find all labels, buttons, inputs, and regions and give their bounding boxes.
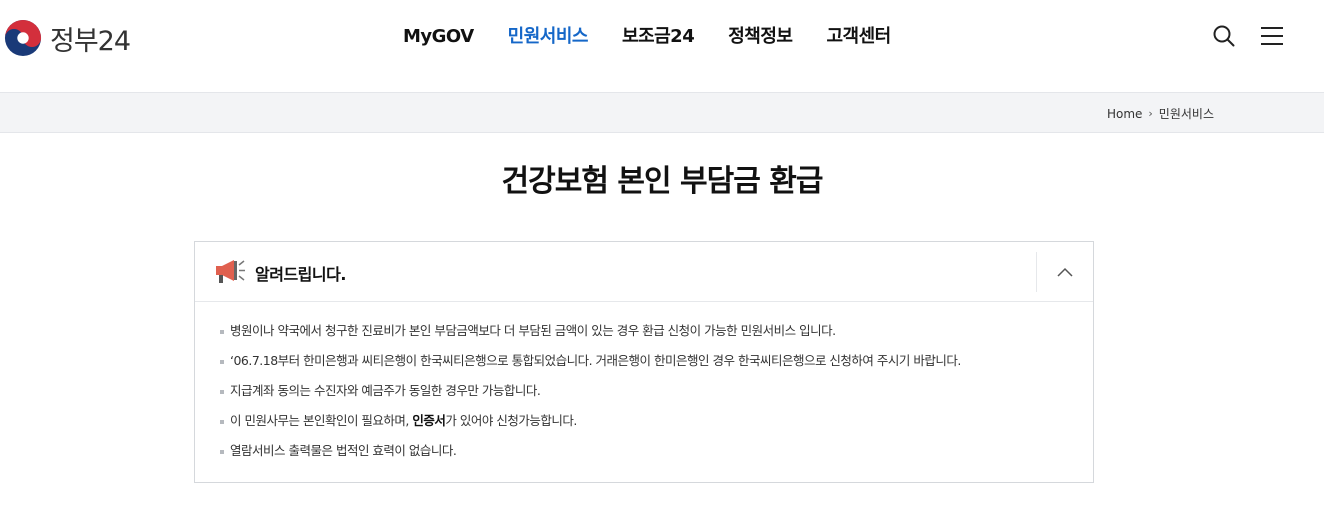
notice-item: 이 민원사무는 본인확인이 필요하며, 인증서가 있어야 신청가능합니다. (220, 410, 961, 440)
menu-button[interactable] (1260, 24, 1284, 48)
nav-civil-service[interactable]: 민원서비스 (508, 24, 589, 50)
notice-collapse-toggle[interactable] (1036, 252, 1093, 292)
chevron-up-icon (1057, 267, 1073, 277)
site-header: 정부24 MyGOV 민원서비스 보조금24 정책정보 고객센터 (0, 0, 1324, 92)
chevron-right-icon: › (1148, 107, 1153, 120)
main-nav: MyGOV 민원서비스 보조금24 정책정보 고객센터 (386, 24, 908, 50)
notice-title: 알려드립니다. (255, 265, 346, 284)
notice-item: 병원이나 약국에서 청구한 진료비가 본인 부담금액보다 더 부담된 금액이 있… (220, 320, 961, 350)
notice-item: ‘06.7.18부터 한미은행과 씨티은행이 한국씨티은행으로 통합되었습니다.… (220, 350, 961, 380)
header-utilities (1212, 24, 1284, 48)
logo[interactable]: 정부24 (4, 18, 131, 58)
nav-customer-center[interactable]: 고객센터 (826, 24, 891, 50)
hamburger-menu-icon (1261, 27, 1283, 45)
notice-item-text: 가 있어야 신청가능합니다. (445, 413, 577, 428)
taegeuk-logo-icon (4, 19, 42, 57)
breadcrumb-bar: Home › 민원서비스 (0, 92, 1324, 133)
notice-header: 알려드립니다. (195, 242, 1093, 302)
megaphone-icon (216, 260, 245, 283)
nav-policy-info[interactable]: 정책정보 (728, 24, 793, 50)
nav-mygov[interactable]: MyGOV (403, 24, 474, 50)
search-button[interactable] (1212, 24, 1236, 48)
notice-item-text: 이 민원사무는 본인확인이 필요하며, (230, 413, 413, 428)
notice-list: 병원이나 약국에서 청구한 진료비가 본인 부담금액보다 더 부담된 금액이 있… (220, 320, 961, 470)
notice-item: 열람서비스 출력물은 법적인 효력이 없습니다. (220, 440, 961, 470)
nav-subsidy24[interactable]: 보조금24 (622, 24, 695, 50)
notice-box: 알려드립니다. 병원이나 약국에서 청구한 진료비가 본인 부담금액보다 더 부… (194, 241, 1094, 483)
breadcrumb-current[interactable]: 민원서비스 (1159, 105, 1214, 122)
breadcrumb-home[interactable]: Home (1107, 107, 1142, 121)
notice-item-emphasis: 인증서 (412, 413, 446, 428)
search-icon (1213, 25, 1235, 47)
page-title: 건강보험 본인 부담금 환급 (501, 164, 824, 199)
logo-text: 정부24 (50, 25, 131, 57)
notice-item: 지급계좌 동의는 수진자와 예금주가 동일한 경우만 가능합니다. (220, 380, 961, 410)
breadcrumb: Home › 민원서비스 (1107, 105, 1214, 122)
